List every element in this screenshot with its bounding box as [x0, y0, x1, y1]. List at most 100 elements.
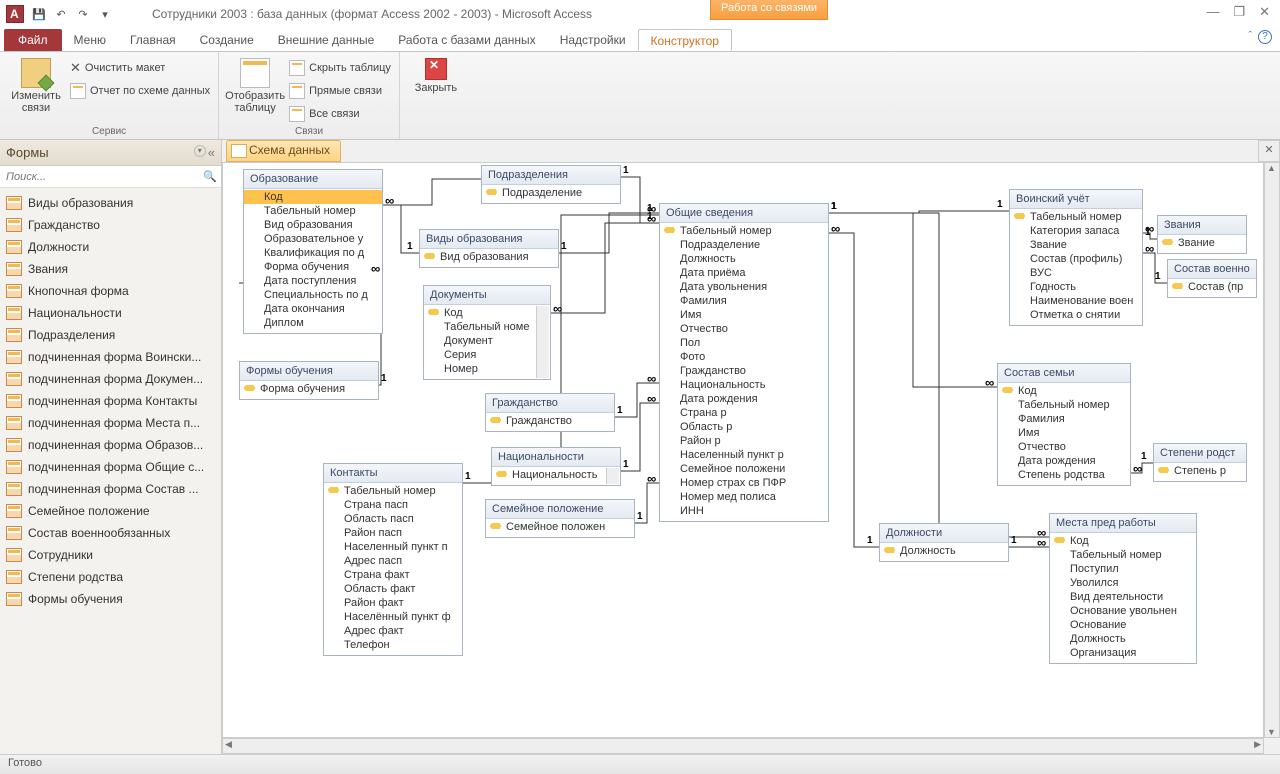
table-field[interactable]: Район пасп — [324, 526, 462, 540]
table-field[interactable]: ИНН — [660, 504, 828, 518]
table-field[interactable]: Дата приёма — [660, 266, 828, 280]
table-title[interactable]: Должности — [880, 524, 1008, 543]
table-field[interactable]: Дата увольнения — [660, 280, 828, 294]
table-field[interactable]: Дата рождения — [998, 454, 1130, 468]
tab-addins[interactable]: Надстройки — [548, 29, 638, 51]
nav-item[interactable]: Гражданство — [2, 214, 219, 236]
nav-item[interactable]: Должности — [2, 236, 219, 258]
table-field[interactable]: Отчество — [660, 322, 828, 336]
table-field[interactable]: Семейное положен — [486, 520, 634, 534]
table-field[interactable]: Дата рождения — [660, 392, 828, 406]
table-field[interactable]: Дата окончания — [244, 302, 382, 316]
table-field[interactable]: Состав (пр — [1168, 280, 1256, 294]
table-field[interactable]: Область пасп — [324, 512, 462, 526]
table-title[interactable]: Состав военно — [1168, 260, 1256, 279]
all-rel-button[interactable]: Все связи — [289, 104, 391, 124]
table-field[interactable]: Населённый пункт ф — [324, 610, 462, 624]
nav-header[interactable]: Формы ▾« — [0, 140, 221, 166]
help-icon[interactable]: ? — [1258, 30, 1272, 44]
table-title[interactable]: Звания — [1158, 216, 1246, 235]
table-field[interactable]: Подразделение — [660, 238, 828, 252]
table-contacts[interactable]: КонтактыТабельный номерСтрана паспОбласт… — [323, 463, 463, 656]
table-field[interactable]: Должность — [1050, 632, 1196, 646]
table-title[interactable]: Общие сведения — [660, 204, 828, 223]
table-field[interactable]: Фамилия — [660, 294, 828, 308]
table-field[interactable]: Диплом — [244, 316, 382, 330]
table-field[interactable]: Отчество — [998, 440, 1130, 454]
table-field[interactable]: Адрес пасп — [324, 554, 462, 568]
table-field[interactable]: Населенный пункт п — [324, 540, 462, 554]
tab-file[interactable]: Файл — [4, 29, 62, 51]
table-field[interactable]: Табельный номер — [1050, 548, 1196, 562]
table-field[interactable]: Национальность — [492, 468, 606, 482]
nav-item[interactable]: Национальности — [2, 302, 219, 324]
nav-item[interactable]: подчиненная форма Места п... — [2, 412, 219, 434]
table-field[interactable]: Табельный номер — [660, 224, 828, 238]
clear-layout-button[interactable]: ✕Очистить макет — [70, 58, 210, 78]
document-tab[interactable]: Схема данных — [226, 140, 341, 162]
nav-item[interactable]: Виды образования — [2, 192, 219, 214]
nav-item[interactable]: Звания — [2, 258, 219, 280]
table-field[interactable]: Национальность — [660, 378, 828, 392]
table-field[interactable]: Табельный номер — [324, 484, 462, 498]
show-table-button[interactable]: Отобразить таблицу — [227, 56, 283, 114]
table-edu_forms[interactable]: Формы обученияФорма обучения — [239, 361, 379, 400]
table-field[interactable]: Квалификация по д — [244, 246, 382, 260]
table-field[interactable]: Область р — [660, 420, 828, 434]
search-input[interactable] — [4, 169, 203, 185]
table-education[interactable]: ОбразованиеКодТабельный номерВид образов… — [243, 169, 383, 334]
nav-item[interactable]: подчиненная форма Воински... — [2, 346, 219, 368]
nav-item[interactable]: подчиненная форма Контакты — [2, 390, 219, 412]
table-field[interactable]: Код — [244, 190, 382, 204]
table-field[interactable]: Степень родства — [998, 468, 1130, 482]
document-close-button[interactable]: ✕ — [1258, 140, 1280, 162]
relationships-canvas[interactable]: ПодразделенияПодразделениеОбразованиеКод… — [222, 162, 1264, 738]
tab-home[interactable]: Главная — [118, 29, 188, 51]
table-field[interactable]: Вид деятельности — [1050, 590, 1196, 604]
search-icon[interactable]: 🔍 — [203, 170, 217, 183]
table-field[interactable]: Специальность по д — [244, 288, 382, 302]
nav-item[interactable]: Формы обучения — [2, 588, 219, 610]
table-field[interactable]: Номер — [424, 362, 536, 376]
table-field[interactable]: Адрес факт — [324, 624, 462, 638]
table-field[interactable]: Наименование воен — [1010, 294, 1142, 308]
table-field[interactable]: Основание — [1050, 618, 1196, 632]
table-title[interactable]: Подразделения — [482, 166, 620, 185]
table-field[interactable]: Страна р — [660, 406, 828, 420]
nav-search[interactable]: 🔍 — [0, 166, 221, 188]
horizontal-scrollbar[interactable] — [222, 738, 1264, 754]
table-field[interactable]: Гражданство — [486, 414, 614, 428]
qat-redo-icon[interactable]: ↷ — [73, 4, 93, 24]
tab-create[interactable]: Создание — [188, 29, 266, 51]
table-field[interactable]: Уволился — [1050, 576, 1196, 590]
table-field[interactable]: Район факт — [324, 596, 462, 610]
table-reserve[interactable]: Состав военноСостав (пр — [1167, 259, 1257, 298]
table-field[interactable]: Имя — [998, 426, 1130, 440]
table-field[interactable]: Подразделение — [482, 186, 620, 200]
nav-item[interactable]: Кнопочная форма — [2, 280, 219, 302]
table-field[interactable]: Страна пасп — [324, 498, 462, 512]
nav-item[interactable]: Подразделения — [2, 324, 219, 346]
nav-item[interactable]: Сотрудники — [2, 544, 219, 566]
close-window-button[interactable]: ✕ — [1259, 4, 1270, 20]
table-citizenship[interactable]: ГражданствоГражданство — [485, 393, 615, 432]
table-marital[interactable]: Семейное положениеСемейное положен — [485, 499, 635, 538]
table-field[interactable]: Дата поступления — [244, 274, 382, 288]
tab-designer[interactable]: Конструктор — [638, 29, 732, 51]
schema-report-button[interactable]: Отчет по схеме данных — [70, 81, 210, 101]
table-field[interactable]: Годность — [1010, 280, 1142, 294]
table-title[interactable]: Образование — [244, 170, 382, 189]
table-field[interactable]: Район р — [660, 434, 828, 448]
table-field[interactable]: Должность — [660, 252, 828, 266]
nav-item[interactable]: подчиненная форма Общие с... — [2, 456, 219, 478]
table-documents[interactable]: ДокументыКодТабельный номеДокументСерияН… — [423, 285, 551, 380]
restore-button[interactable]: ❐ — [1233, 4, 1245, 20]
table-field[interactable]: Отметка о снятии — [1010, 308, 1142, 322]
table-field[interactable]: Код — [998, 384, 1130, 398]
table-title[interactable]: Виды образования — [420, 230, 558, 249]
nav-item[interactable]: подчиненная форма Образов... — [2, 434, 219, 456]
table-title[interactable]: Места пред работы — [1050, 514, 1196, 533]
table-field[interactable]: Гражданство — [660, 364, 828, 378]
close-designer-button[interactable]: Закрыть — [408, 56, 464, 94]
table-field[interactable]: Код — [424, 306, 536, 320]
